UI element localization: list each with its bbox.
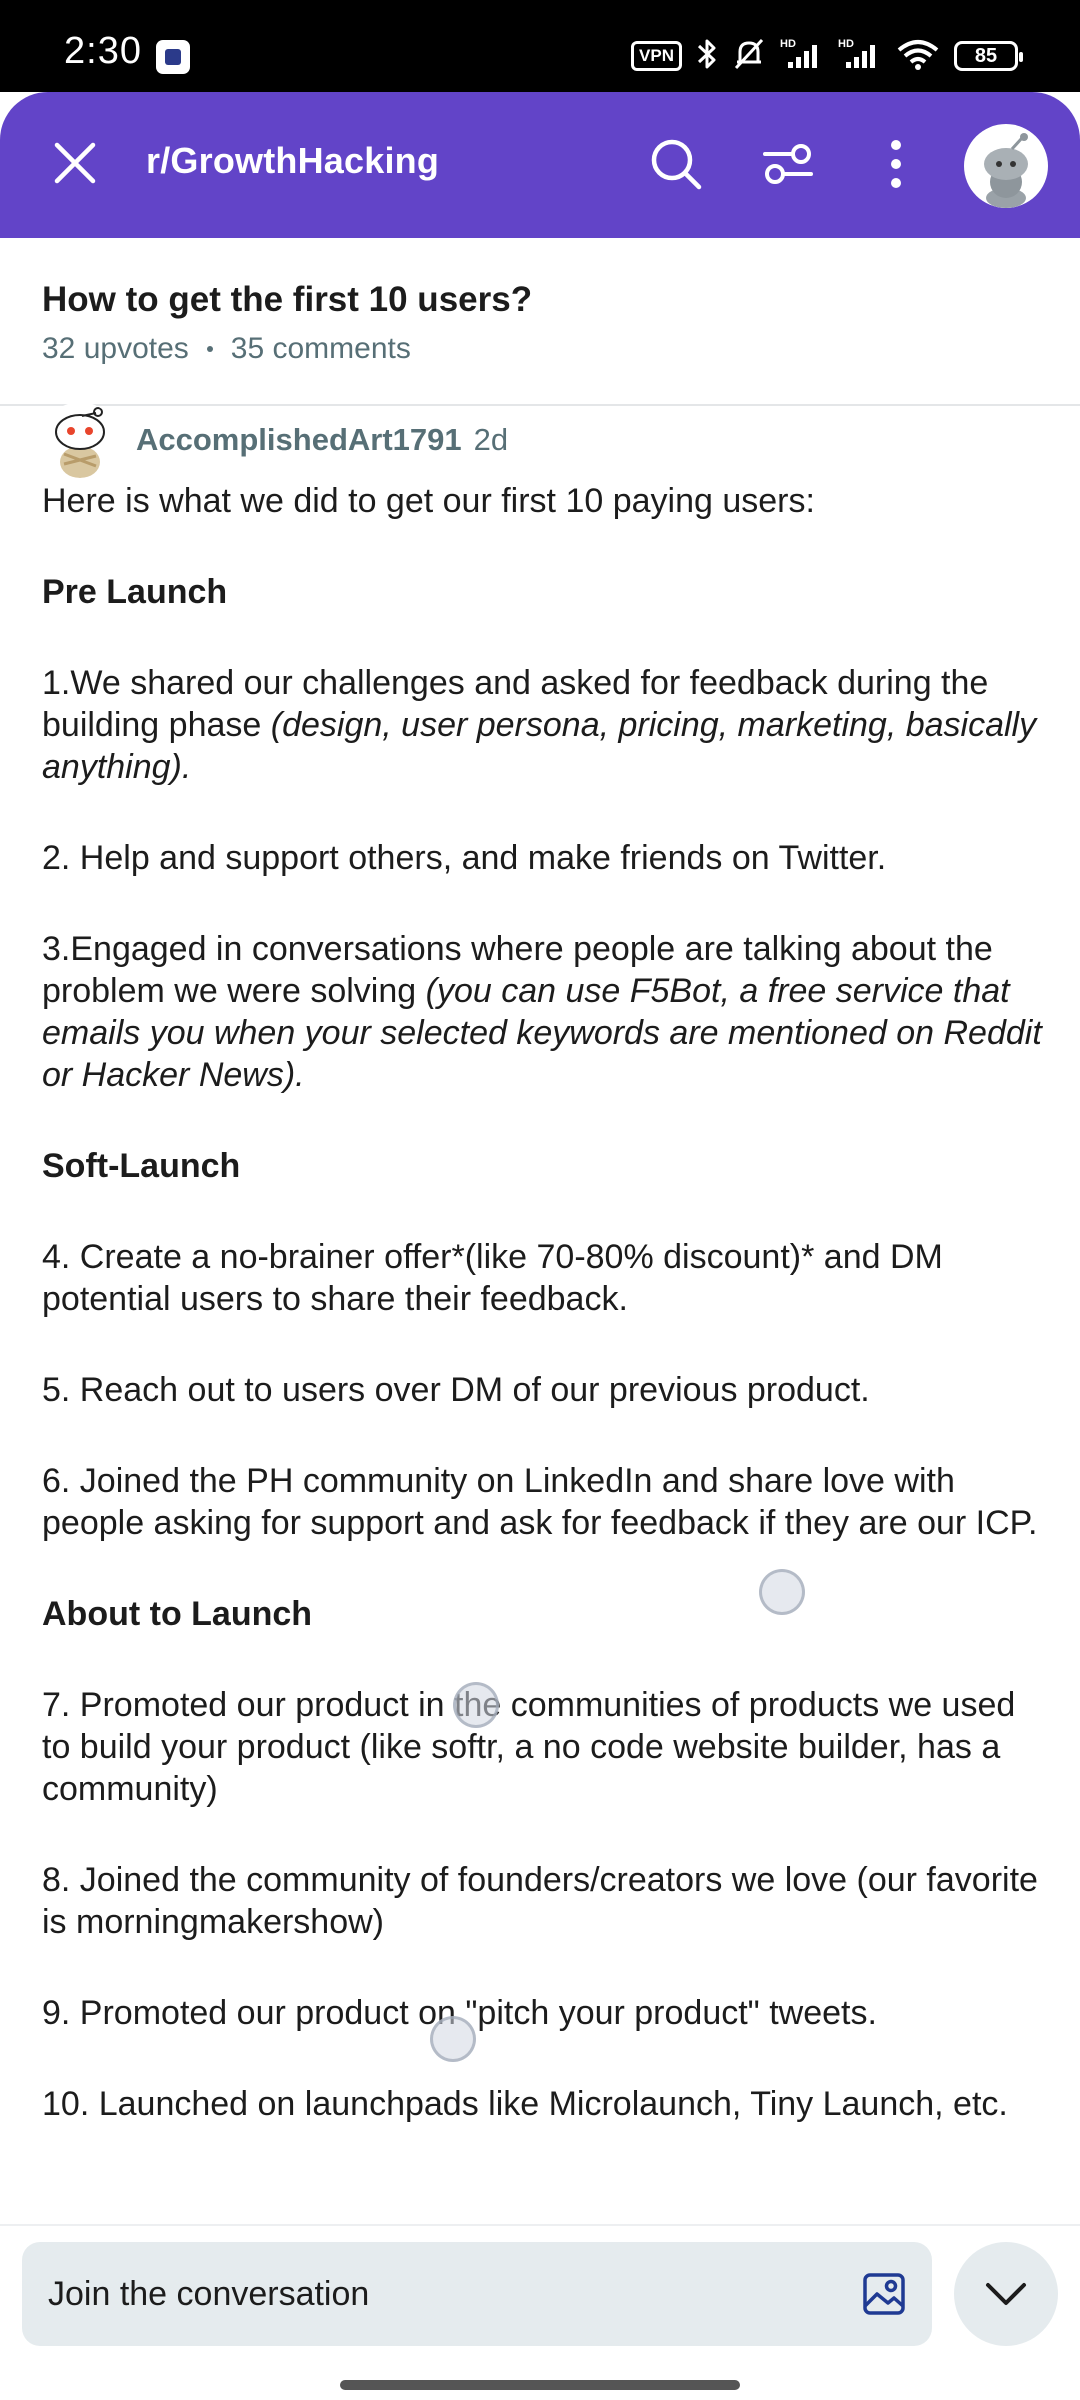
list-item-9: 9. Promoted our product on "pitch your p… xyxy=(42,1994,877,2032)
subreddit-header: r/GrowthHacking xyxy=(0,92,1080,238)
list-item-4: 4. Create a no-brainer offer*(like 70-80… xyxy=(42,1238,943,1318)
comment-age: 2d xyxy=(473,422,509,457)
section-heading-pre-launch: Pre Launch xyxy=(42,573,228,611)
comment-author-name[interactable]: AccomplishedArt1791 xyxy=(136,422,462,458)
battery-icon: 85 xyxy=(954,41,1023,71)
svg-text:HD: HD xyxy=(780,38,796,50)
list-item-2: 2. Help and support others, and make fri… xyxy=(42,839,887,877)
comment-author-avatar[interactable] xyxy=(42,402,118,478)
bluetooth-icon xyxy=(696,36,718,77)
comment-count: 35 comments xyxy=(230,332,411,365)
touch-indicator xyxy=(453,1682,499,1728)
post-meta: 32 upvotes 35 comments xyxy=(42,332,411,366)
app-notification-icon xyxy=(156,40,190,74)
home-indicator[interactable] xyxy=(340,2380,740,2390)
status-bar: 2:30 VPN HD HD 85 xyxy=(0,0,1080,92)
wifi-icon xyxy=(896,36,940,77)
search-button[interactable] xyxy=(644,132,708,196)
status-icons: VPN HD HD 85 xyxy=(631,36,1023,77)
signal-hd-icon: HD xyxy=(780,36,824,77)
subreddit-name[interactable]: r/GrowthHacking xyxy=(146,140,439,182)
svg-text:HD: HD xyxy=(838,38,854,50)
meta-separator xyxy=(206,346,213,352)
bell-muted-icon xyxy=(732,36,766,77)
comment-intro: Here is what we did to get our first 10 … xyxy=(42,482,815,520)
vpn-icon: VPN xyxy=(631,41,682,71)
join-conversation-input[interactable]: Join the conversation xyxy=(22,2242,932,2346)
section-heading-soft-launch: Soft-Launch xyxy=(42,1147,241,1185)
comment-body: Here is what we did to get our first 10 … xyxy=(42,480,1042,2174)
more-vertical-icon xyxy=(891,140,901,188)
post-title: How to get the first 10 users? xyxy=(42,280,533,319)
list-item-3: 3.Engaged in conversations where people … xyxy=(42,930,1042,1094)
list-item-10: 10. Launched on launchpads like Microlau… xyxy=(42,2085,1008,2123)
search-icon xyxy=(651,139,702,190)
close-icon xyxy=(54,142,96,184)
chevron-down-icon xyxy=(986,2283,1026,2305)
list-item-5: 5. Reach out to users over DM of our pre… xyxy=(42,1371,870,1409)
post-header[interactable]: How to get the first 10 users? 32 upvote… xyxy=(0,238,1080,406)
touch-indicator xyxy=(759,1569,805,1615)
collapse-button[interactable] xyxy=(954,2242,1058,2346)
upvote-count: 32 upvotes xyxy=(42,332,189,365)
list-item-7: 7. Promoted our product in the communiti… xyxy=(42,1686,1016,1808)
list-item-6: 6. Joined the PH community on LinkedIn a… xyxy=(42,1462,1038,1542)
reply-bar: Join the conversation xyxy=(0,2224,1080,2400)
signal-hd-icon-2: HD xyxy=(838,36,882,77)
section-heading-about-to-launch: About to Launch xyxy=(42,1595,313,1633)
image-attach-icon[interactable] xyxy=(862,2272,906,2316)
more-options-button[interactable] xyxy=(864,132,928,196)
touch-indicator xyxy=(430,2016,476,2062)
join-conversation-placeholder: Join the conversation xyxy=(48,2274,370,2313)
comment-author-row: AccomplishedArt1791 2d xyxy=(42,400,508,480)
list-item-1: 1.We shared our challenges and asked for… xyxy=(42,664,1037,786)
list-item-8: 8. Joined the community of founders/crea… xyxy=(42,1861,1038,1941)
sort-button[interactable] xyxy=(756,132,820,196)
user-avatar-button[interactable] xyxy=(964,124,1048,208)
status-time: 2:30 xyxy=(64,30,142,72)
avatar xyxy=(984,133,1028,208)
sort-filter-icon xyxy=(763,144,813,184)
close-button[interactable] xyxy=(44,132,106,194)
